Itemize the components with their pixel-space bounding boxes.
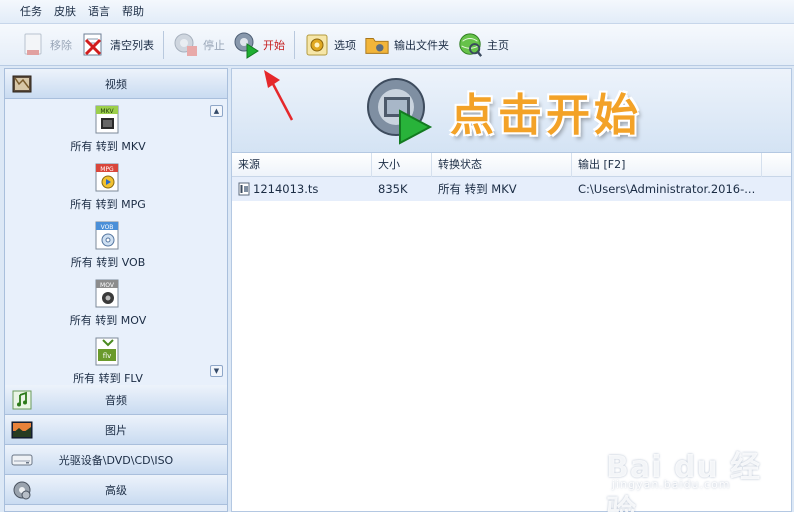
menu-task[interactable]: 任务 (14, 0, 48, 24)
column-output[interactable]: 输出 [F2] (572, 153, 762, 177)
home-label: 主页 (487, 38, 509, 52)
category-advanced-label: 高级 (105, 483, 127, 497)
vob-file-icon: VOB (94, 221, 122, 251)
stop-label: 停止 (203, 38, 225, 52)
mov-file-icon: MOV (94, 279, 122, 309)
column-status[interactable]: 转换状态 (432, 153, 572, 177)
category-advanced[interactable]: 高级 (5, 475, 227, 505)
mpg-file-icon: MPG (94, 163, 122, 193)
mkv-badge-text: MKV (100, 108, 114, 115)
start-icon (233, 31, 259, 59)
menu-skin[interactable]: 皮肤 (48, 0, 82, 24)
category-optical[interactable]: 光驱设备\DVD\CD\ISO (5, 445, 227, 475)
vob-badge-text: VOB (101, 224, 114, 231)
video-file-icon (238, 182, 250, 196)
scroll-down-button[interactable]: ▼ (210, 365, 223, 377)
watermark-url: jingyan.baidu.com (612, 478, 731, 491)
category-audio-label: 音频 (105, 393, 127, 407)
optical-drive-icon (11, 449, 33, 471)
convert-to-flv[interactable]: flv 所有 转到 FLV (5, 337, 211, 385)
convert-to-mkv[interactable]: MKV 所有 转到 MKV (5, 105, 211, 154)
music-note-icon (11, 389, 33, 411)
remove-icon (20, 31, 46, 59)
category-video[interactable]: 视频 (5, 69, 227, 99)
cell-size: 835K (378, 182, 408, 196)
clear-list-icon (80, 31, 106, 59)
gear-icon (304, 31, 330, 59)
mpg-badge-text: MPG (100, 166, 114, 173)
gear-icon (11, 479, 33, 501)
start-button[interactable]: 开始 (229, 27, 289, 63)
toolbar-separator (294, 30, 295, 59)
cell-output: C:\Users\Administrator.2016-... (578, 182, 756, 196)
category-image[interactable]: 图片 (5, 415, 227, 445)
column-size[interactable]: 大小 (372, 153, 432, 177)
output-folder-button[interactable]: 输出文件夹 (360, 27, 453, 63)
convert-to-mpg[interactable]: MPG 所有 转到 MPG (5, 163, 211, 212)
mkv-file-icon: MKV (94, 105, 122, 135)
menu-bar: 任务 皮肤 语言 帮助 (0, 0, 794, 24)
video-format-list: ▲ MKV 所有 转到 MKV MPG 所有 转到 MPG VOB 所有 转到 … (5, 99, 227, 385)
menu-language[interactable]: 语言 (82, 0, 116, 24)
flv-badge-text: flv (103, 352, 112, 360)
watermark-text: Bai du 经验 (606, 450, 762, 512)
category-panel: 视频 ▲ MKV 所有 转到 MKV MPG 所有 转到 MPG VOB 所有 … (4, 68, 228, 512)
options-label: 选项 (334, 38, 356, 52)
film-clapper-icon (11, 73, 33, 95)
scroll-up-button[interactable]: ▲ (210, 105, 223, 117)
cell-status: 所有 转到 MKV (438, 182, 517, 196)
start-convert-icon (364, 75, 434, 145)
convert-to-mpg-label: 所有 转到 MPG (70, 198, 146, 211)
options-button[interactable]: 选项 (300, 27, 360, 63)
cell-source: 1214013.ts (232, 177, 372, 201)
category-optical-label: 光驱设备\DVD\CD\ISO (58, 453, 174, 467)
stop-icon (173, 31, 199, 59)
start-banner[interactable]: 点击开始 (231, 68, 792, 152)
table-header: 来源 大小 转换状态 输出 [F2] (232, 153, 791, 177)
folder-icon (364, 31, 390, 59)
convert-to-flv-label: 所有 转到 FLV (73, 372, 143, 385)
menu-help[interactable]: 帮助 (116, 0, 150, 24)
convert-to-mkv-label: 所有 转到 MKV (70, 140, 146, 153)
remove-label: 移除 (50, 38, 72, 52)
convert-to-vob-label: 所有 转到 VOB (70, 256, 146, 269)
convert-to-vob[interactable]: VOB 所有 转到 VOB (5, 221, 211, 270)
globe-icon (457, 31, 483, 59)
convert-to-mov[interactable]: MOV 所有 转到 MOV (5, 279, 211, 328)
output-folder-label: 输出文件夹 (394, 38, 449, 52)
stop-button[interactable]: 停止 (169, 27, 229, 63)
banner-text: 点击开始 (450, 90, 642, 141)
column-source[interactable]: 来源 (232, 153, 372, 177)
clear-list-button[interactable]: 清空列表 (76, 27, 158, 63)
home-button[interactable]: 主页 (453, 27, 513, 63)
table-row[interactable]: 1214013.ts 835K 所有 转到 MKV C:\Users\Admin… (232, 177, 791, 201)
category-video-label: 视频 (105, 77, 127, 91)
remove-button[interactable]: 移除 (16, 27, 76, 63)
baidu-watermark: Bai du 经验 jingyan.baidu.com (606, 424, 786, 512)
source-filename: 1214013.ts (253, 182, 319, 196)
clear-list-label: 清空列表 (110, 38, 154, 52)
annotation-arrow-icon (264, 70, 294, 121)
start-label: 开始 (263, 38, 285, 52)
category-audio[interactable]: 音频 (5, 385, 227, 415)
category-image-label: 图片 (105, 423, 127, 437)
toolbar-separator (163, 30, 164, 59)
flv-file-icon: flv (94, 337, 122, 367)
toolbar: 移除 清空列表 停止 开始 选项 输出文件夹 主页 (0, 24, 794, 66)
picture-icon (11, 419, 33, 441)
convert-to-mov-label: 所有 转到 MOV (69, 314, 147, 327)
mov-badge-text: MOV (100, 282, 115, 289)
